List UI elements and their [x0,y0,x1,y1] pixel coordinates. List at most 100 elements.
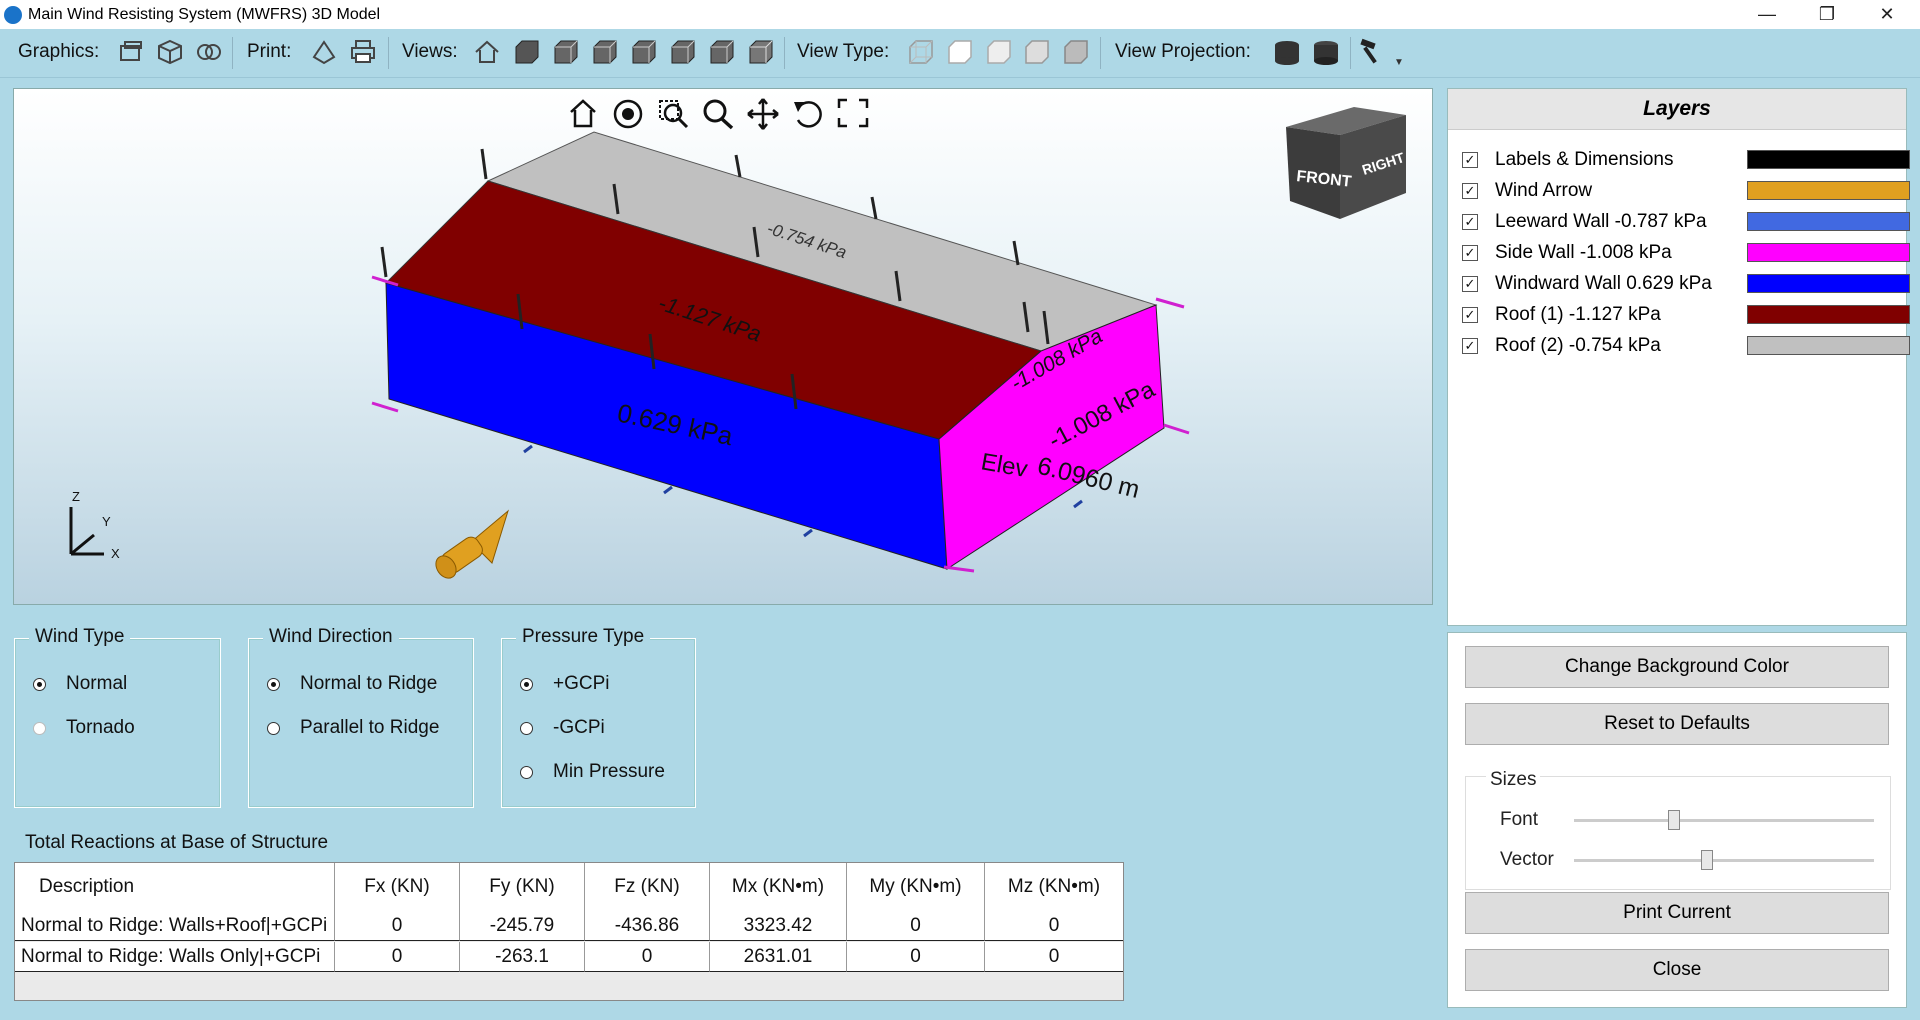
layer-row-windward-wall[interactable]: ✓ Windward Wall 0.629 kPa [1462,271,1910,297]
change-background-color-button[interactable]: Change Background Color [1465,646,1889,688]
table-cell[interactable]: 0 [985,911,1123,941]
layer-row-wind-arrow[interactable]: ✓ Wind Arrow [1462,178,1910,204]
layer-color-swatch[interactable] [1747,181,1910,200]
table-cell[interactable]: 0 [335,911,460,941]
radio-label: +GCPi [553,673,610,694]
column-header[interactable]: Mz (KN•m) [985,863,1123,911]
layer-row-leeward-wall[interactable]: ✓ Leeward Wall -0.787 kPa [1462,209,1910,235]
view-bottom-cube-icon[interactable] [707,37,737,67]
toolbar-overflow-icon[interactable]: ▼ [1394,57,1404,68]
layer-checkbox[interactable]: ✓ [1462,338,1478,354]
table-cell[interactable]: 2631.01 [710,942,847,972]
shaded-view-icon[interactable] [984,37,1014,67]
layer-row-side-wall[interactable]: ✓ Side Wall -1.008 kPa [1462,240,1910,266]
table-cell[interactable]: -245.79 [460,911,585,941]
font-size-slider-thumb[interactable] [1668,810,1680,830]
column-header[interactable]: Description [15,863,335,911]
table-cell[interactable]: 0 [585,942,710,972]
view-left-cube-icon[interactable] [629,37,659,67]
perspective-projection-icon[interactable] [1311,37,1341,67]
printer-icon[interactable] [348,37,378,67]
view-front-cube-icon[interactable] [512,37,542,67]
graphics-layout-icon[interactable] [116,37,146,67]
toolbar-separator [388,37,389,69]
layer-color-swatch[interactable] [1747,274,1910,293]
radio-button[interactable] [33,722,46,735]
view-right-cube-icon[interactable] [590,37,620,67]
table-cell[interactable]: 3323.42 [710,911,847,941]
layer-checkbox[interactable]: ✓ [1462,214,1478,230]
view-cube[interactable]: FRONT RIGHT [1286,107,1407,219]
vector-size-slider[interactable] [1574,859,1874,862]
layer-color-swatch[interactable] [1747,243,1910,262]
graphics-label: Graphics: [18,41,100,62]
orthographic-projection-icon[interactable] [1272,37,1302,67]
table-cell[interactable]: 0 [847,911,985,941]
layer-checkbox[interactable]: ✓ [1462,307,1478,323]
orbit-icon[interactable] [613,99,643,129]
view-back-cube-icon[interactable] [668,37,698,67]
table-row[interactable]: Normal to Ridge: Walls Only|+GCPi 0 -263… [15,942,1123,972]
column-header[interactable]: Mx (KN•m) [710,863,847,911]
layer-checkbox[interactable]: ✓ [1462,152,1478,168]
vector-size-slider-thumb[interactable] [1701,850,1713,870]
table-cell[interactable]: Normal to Ridge: Walls+Roof|+GCPi [15,911,335,941]
layer-checkbox[interactable]: ✓ [1462,276,1478,292]
home-icon[interactable] [570,99,596,128]
building-model [385,131,1165,570]
axis-z-label: Z [72,489,80,504]
layer-label: Wind Arrow [1495,180,1593,201]
table-cell[interactable]: Normal to Ridge: Walls Only|+GCPi [15,942,335,972]
radio-button[interactable] [267,722,280,735]
layer-color-swatch[interactable] [1747,305,1910,324]
radio-button[interactable] [267,678,280,691]
fit-icon[interactable] [837,98,869,128]
layer-row-labels[interactable]: ✓ Labels & Dimensions [1462,147,1910,173]
graphics-cube-icon[interactable] [155,37,185,67]
wireframe-view-icon[interactable] [906,37,936,67]
layer-color-swatch[interactable] [1747,212,1910,231]
column-header[interactable]: Fz (KN) [585,863,710,911]
font-size-slider[interactable] [1574,819,1874,822]
graphics-shapes-icon[interactable] [194,37,224,67]
hidden-line-view-icon[interactable] [945,37,975,67]
print-3d-icon[interactable] [309,37,339,67]
column-header[interactable]: Fx (KN) [335,863,460,911]
reset-defaults-button[interactable]: Reset to Defaults [1465,703,1889,745]
layer-color-swatch[interactable] [1747,336,1910,355]
radio-button[interactable] [520,678,533,691]
table-row[interactable]: Normal to Ridge: Walls+Roof|+GCPi 0 -245… [15,911,1123,941]
table-cell[interactable]: -436.86 [585,911,710,941]
home-view-icon[interactable] [472,37,502,67]
radio-button[interactable] [520,722,533,735]
minimize-icon[interactable]: — [1744,0,1790,29]
view-top-cube-icon[interactable] [551,37,581,67]
view-iso-cube-icon[interactable] [746,37,776,67]
layer-color-swatch[interactable] [1747,150,1910,169]
column-header[interactable]: Fy (KN) [460,863,585,911]
hammer-tools-icon[interactable] [1358,37,1388,67]
table-cell[interactable]: -263.1 [460,942,585,972]
layer-row-roof-1[interactable]: ✓ Roof (1) -1.127 kPa [1462,302,1910,328]
table-cell[interactable]: 0 [985,942,1123,972]
layer-row-roof-2[interactable]: ✓ Roof (2) -0.754 kPa [1462,333,1910,359]
rotate-icon[interactable] [794,101,822,128]
zoom-icon[interactable] [703,99,734,130]
table-cell[interactable]: 0 [847,942,985,972]
layer-checkbox[interactable]: ✓ [1462,183,1478,199]
zoom-window-icon[interactable] [659,100,689,129]
restore-icon[interactable]: ❐ [1804,0,1850,29]
radio-button[interactable] [520,766,533,779]
pressure-type-title: Pressure Type [516,626,651,648]
pan-icon[interactable] [747,98,779,130]
layer-checkbox[interactable]: ✓ [1462,245,1478,261]
realistic-view-icon[interactable] [1061,37,1091,67]
3d-viewport[interactable]: FRONT RIGHT -0.754 kPa -1.127 kPa 0.629 … [13,88,1433,605]
close-button[interactable]: Close [1465,949,1889,991]
print-current-button[interactable]: Print Current [1465,892,1889,934]
radio-button[interactable] [33,678,46,691]
column-header[interactable]: My (KN•m) [847,863,985,911]
shaded-edges-view-icon[interactable] [1022,37,1052,67]
close-icon[interactable]: ✕ [1864,0,1910,29]
table-cell[interactable]: 0 [335,942,460,972]
